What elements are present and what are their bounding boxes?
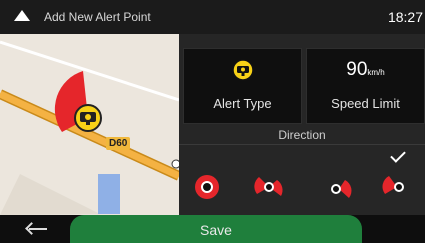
clock: 18:27 <box>387 9 423 25</box>
direction-label: Direction <box>278 128 326 142</box>
direction-forward-button[interactable] <box>249 172 289 202</box>
alert-type-button[interactable]: Alert Type <box>183 48 302 124</box>
title-bar: Add New Alert Point 18:27 <box>0 0 425 34</box>
map-view[interactable]: D60 <box>0 34 179 215</box>
up-arrow-icon[interactable] <box>14 10 30 21</box>
speed-camera-marker-icon <box>74 104 102 132</box>
speed-unit: km/h <box>367 68 385 77</box>
backward-direction-icon <box>331 180 352 198</box>
omnidirectional-icon <box>195 175 219 199</box>
forward-direction-icon <box>254 177 283 196</box>
both-directions-icon <box>382 176 404 194</box>
bottom-bar: Save <box>0 215 425 243</box>
back-arrow-icon[interactable] <box>25 222 48 236</box>
speed-camera-icon <box>232 59 254 81</box>
direction-backward-button[interactable] <box>319 172 359 202</box>
page-title: Add New Alert Point <box>44 10 151 24</box>
map-canvas <box>0 34 179 215</box>
water-area <box>98 174 120 214</box>
speed-limit-label: Speed Limit <box>331 96 400 111</box>
save-button[interactable]: Save <box>70 215 362 243</box>
direction-omnidirectional-button[interactable] <box>187 172 227 202</box>
direction-both-button[interactable] <box>377 172 417 202</box>
divider <box>179 144 425 145</box>
settings-panel: Alert Type 90km/h Speed Limit Direction <box>179 34 425 215</box>
speed-limit-button[interactable]: 90km/h Speed Limit <box>306 48 425 124</box>
speed-number: 90 <box>346 59 368 80</box>
checkmark-icon <box>390 147 406 163</box>
alert-type-label: Alert Type <box>213 96 272 111</box>
speed-limit-value: 90km/h <box>307 59 424 81</box>
road-label: D60 <box>106 137 131 150</box>
